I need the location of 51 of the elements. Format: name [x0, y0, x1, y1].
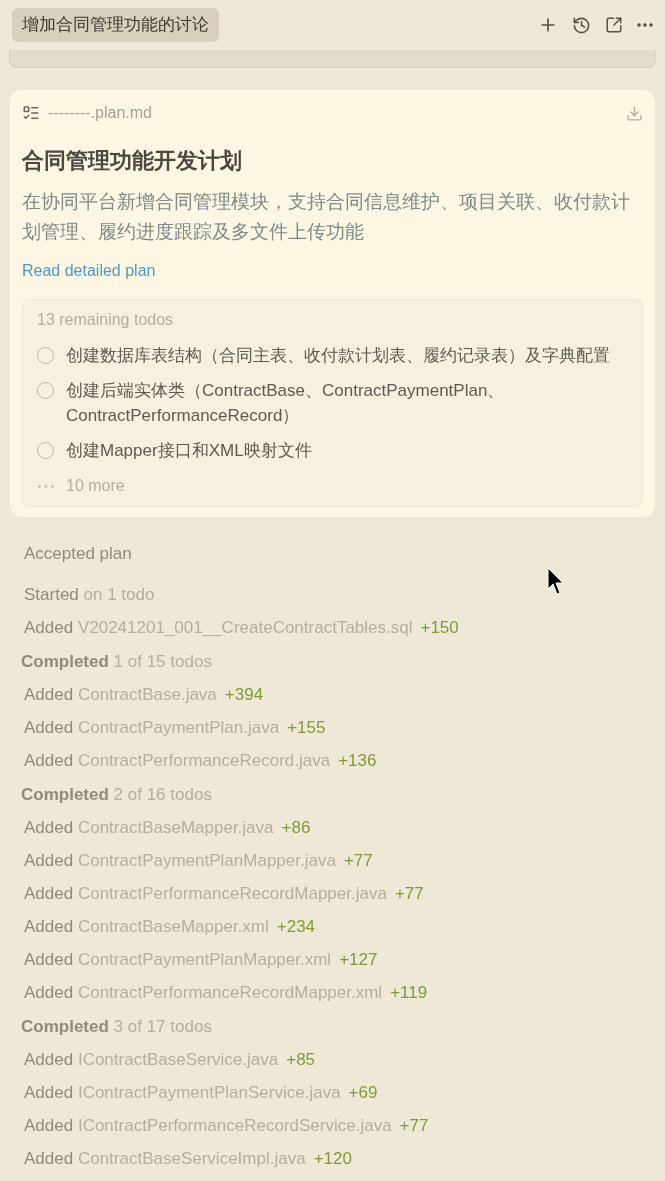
- added-lines-count: +394: [224, 684, 264, 707]
- added-lines-count: +136: [338, 750, 377, 773]
- log-entry: Added ContractPaymentPlan.java: [24, 717, 280, 740]
- log-status: Accepted plan: [24, 544, 132, 563]
- added-lines-count: +69: [348, 1082, 378, 1105]
- added-lines-count: +85: [286, 1049, 316, 1072]
- open-external-button[interactable]: [605, 16, 623, 34]
- plan-description: 在协同平台新增合同管理模块，支持合同信息维护、项目关联、收付款计划管理、履约进度跟踪及多文件上传功能: [22, 190, 631, 244]
- log-entry: Added ContractBase.java: [24, 684, 217, 707]
- more-todos-link[interactable]: 10 more: [66, 474, 125, 498]
- more-icon: [637, 23, 653, 27]
- history-icon: [572, 15, 591, 35]
- external-link-icon: [605, 16, 623, 34]
- todo-item: 创建后端实体类（ContractBase、ContractPaymentPlan、ContractPerformanceRecord）: [66, 380, 506, 427]
- log-entry: Added ContractBaseMapper.java: [24, 817, 274, 840]
- ellipsis-icon: [38, 484, 54, 488]
- plan-filename: --------.plan.md: [48, 103, 152, 123]
- log-entry: Added ContractPerformanceRecord.java: [24, 750, 331, 773]
- log-entry: Added IContractBaseService.java: [24, 1049, 279, 1072]
- todo-item: 创建Mapper接口和XML映射文件: [66, 440, 313, 462]
- added-lines-count: +127: [339, 949, 378, 972]
- log-entry: Added ContractPaymentPlanMapper.xml: [24, 949, 332, 972]
- download-icon: [626, 104, 643, 122]
- log-entry: Completed 2 of 16 todos: [21, 783, 212, 806]
- log-entry: Added ContractPaymentPlanMapper.java: [24, 850, 336, 873]
- chat-title[interactable]: 增加合同管理功能的讨论: [12, 8, 219, 42]
- log-entry: Added ContractPerformanceRecordMapper.java: [24, 883, 387, 906]
- log-entry: Added ContractBaseMapper.xml: [24, 916, 269, 939]
- remaining-todos-heading: 13 remaining todos: [37, 310, 175, 330]
- added-lines-count: +77: [394, 883, 424, 906]
- log-entry: Completed 1 of 15 todos: [21, 650, 212, 673]
- log-entry: Added IContractPerformanceRecordService.java: [24, 1115, 392, 1138]
- checklist-icon: [22, 104, 40, 122]
- history-button[interactable]: [572, 15, 591, 35]
- added-lines-count: +119: [390, 982, 428, 1005]
- added-lines-count: +77: [343, 850, 373, 873]
- todo-item: 创建数据库表结构（合同主表、收付款计划表、履约记录表）及字典配置: [66, 345, 611, 367]
- log-entry: Added IContractPaymentPlanService.java: [24, 1082, 341, 1105]
- log-entry: Added ContractPerformanceRecordMapper.xml: [24, 982, 383, 1005]
- added-lines-count: +155: [287, 717, 326, 740]
- added-lines-count: +86: [281, 817, 311, 840]
- added-lines-count: +77: [399, 1115, 429, 1138]
- log-entry: Completed 3 of 17 todos: [21, 1015, 212, 1038]
- log-entry: Started on 1 todo: [24, 584, 155, 607]
- added-lines-count: +234: [276, 916, 316, 939]
- added-lines-count: +120: [313, 1148, 352, 1171]
- plan-title: 合同管理功能开发计划: [22, 147, 243, 175]
- read-plan-link[interactable]: Read detailed plan: [22, 259, 643, 283]
- log-entry: Added V20241201_001__CreateContractTables.sql: [24, 617, 413, 640]
- added-lines-count: +150: [420, 617, 459, 640]
- log-entry: Added ContractBaseServiceImpl.java: [24, 1148, 306, 1171]
